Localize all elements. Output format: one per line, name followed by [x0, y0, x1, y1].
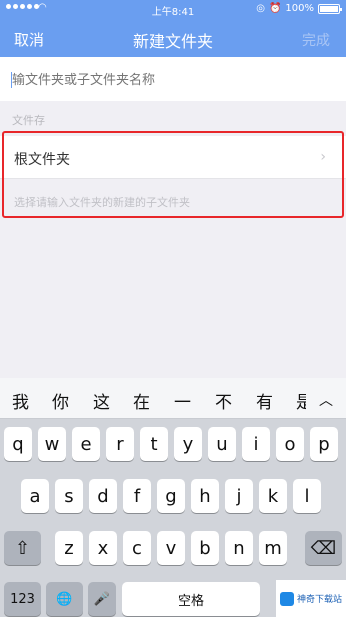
top-bar: ◠ 上午8:41 ◎ ⏰ 100% 取消 新建文件夹 完成: [0, 0, 346, 57]
key-y[interactable]: y: [174, 427, 202, 461]
candidate-item[interactable]: 在: [133, 388, 150, 413]
folder-name-row: [0, 57, 346, 101]
watermark-logo-icon: [279, 591, 294, 606]
key-s[interactable]: s: [55, 479, 83, 513]
key-i[interactable]: i: [242, 427, 270, 461]
key-g[interactable]: g: [157, 479, 185, 513]
key-d[interactable]: d: [89, 479, 117, 513]
candidate-item[interactable]: 不: [215, 388, 232, 413]
delete-key[interactable]: ⌫: [305, 531, 342, 565]
watermark: 神奇下载站: [276, 580, 346, 617]
folder-name-input[interactable]: [12, 70, 332, 90]
collapse-candidates-icon[interactable]: ︿: [319, 390, 333, 410]
key-k[interactable]: k: [259, 479, 287, 513]
candidate-item[interactable]: 有: [256, 388, 273, 413]
alarm-icon: ⏰: [268, 3, 282, 14]
key-c[interactable]: c: [123, 531, 151, 565]
candidate-item[interactable]: 这: [93, 388, 110, 413]
candidate-item[interactable]: 一: [174, 388, 191, 413]
candidate-item[interactable]: 是: [296, 388, 306, 413]
watermark-text: 神奇下载站: [296, 595, 342, 605]
section-label: 文件存: [12, 114, 45, 127]
numbers-key[interactable]: 123: [4, 582, 41, 616]
key-p[interactable]: p: [310, 427, 338, 461]
key-m[interactable]: m: [259, 531, 287, 565]
key-n[interactable]: n: [225, 531, 253, 565]
shift-key[interactable]: ⇧: [4, 531, 41, 565]
key-a[interactable]: a: [21, 479, 49, 513]
space-key[interactable]: 空格: [122, 582, 260, 616]
key-o[interactable]: o: [276, 427, 304, 461]
key-f[interactable]: f: [123, 479, 151, 513]
status-bar: ◠ 上午8:41 ◎ ⏰ 100%: [0, 0, 346, 18]
candidate-item[interactable]: 你: [52, 388, 69, 413]
candidate-bar: 我 你 这 在 一 不 有 是 ︿: [0, 378, 346, 419]
done-button[interactable]: 完成: [302, 30, 330, 50]
candidate-item[interactable]: 我: [12, 388, 29, 413]
battery-icon: [318, 3, 342, 14]
key-v[interactable]: v: [157, 531, 185, 565]
key-l[interactable]: l: [293, 479, 321, 513]
location-icon: ◎: [256, 3, 265, 14]
microphone-icon[interactable]: 🎤: [88, 582, 116, 616]
key-w[interactable]: w: [38, 427, 66, 461]
key-t[interactable]: t: [140, 427, 168, 461]
highlight-box: [2, 131, 344, 218]
key-r[interactable]: r: [106, 427, 134, 461]
page-title: 新建文件夹: [132, 32, 213, 51]
key-z[interactable]: z: [55, 531, 83, 565]
key-h[interactable]: h: [191, 479, 219, 513]
key-j[interactable]: j: [225, 479, 253, 513]
battery-percent: 100%: [285, 3, 314, 14]
key-e[interactable]: e: [72, 427, 100, 461]
key-u[interactable]: u: [208, 427, 236, 461]
key-x[interactable]: x: [89, 531, 117, 565]
key-b[interactable]: b: [191, 531, 219, 565]
globe-icon[interactable]: 🌐: [46, 582, 83, 616]
key-q[interactable]: q: [4, 427, 32, 461]
